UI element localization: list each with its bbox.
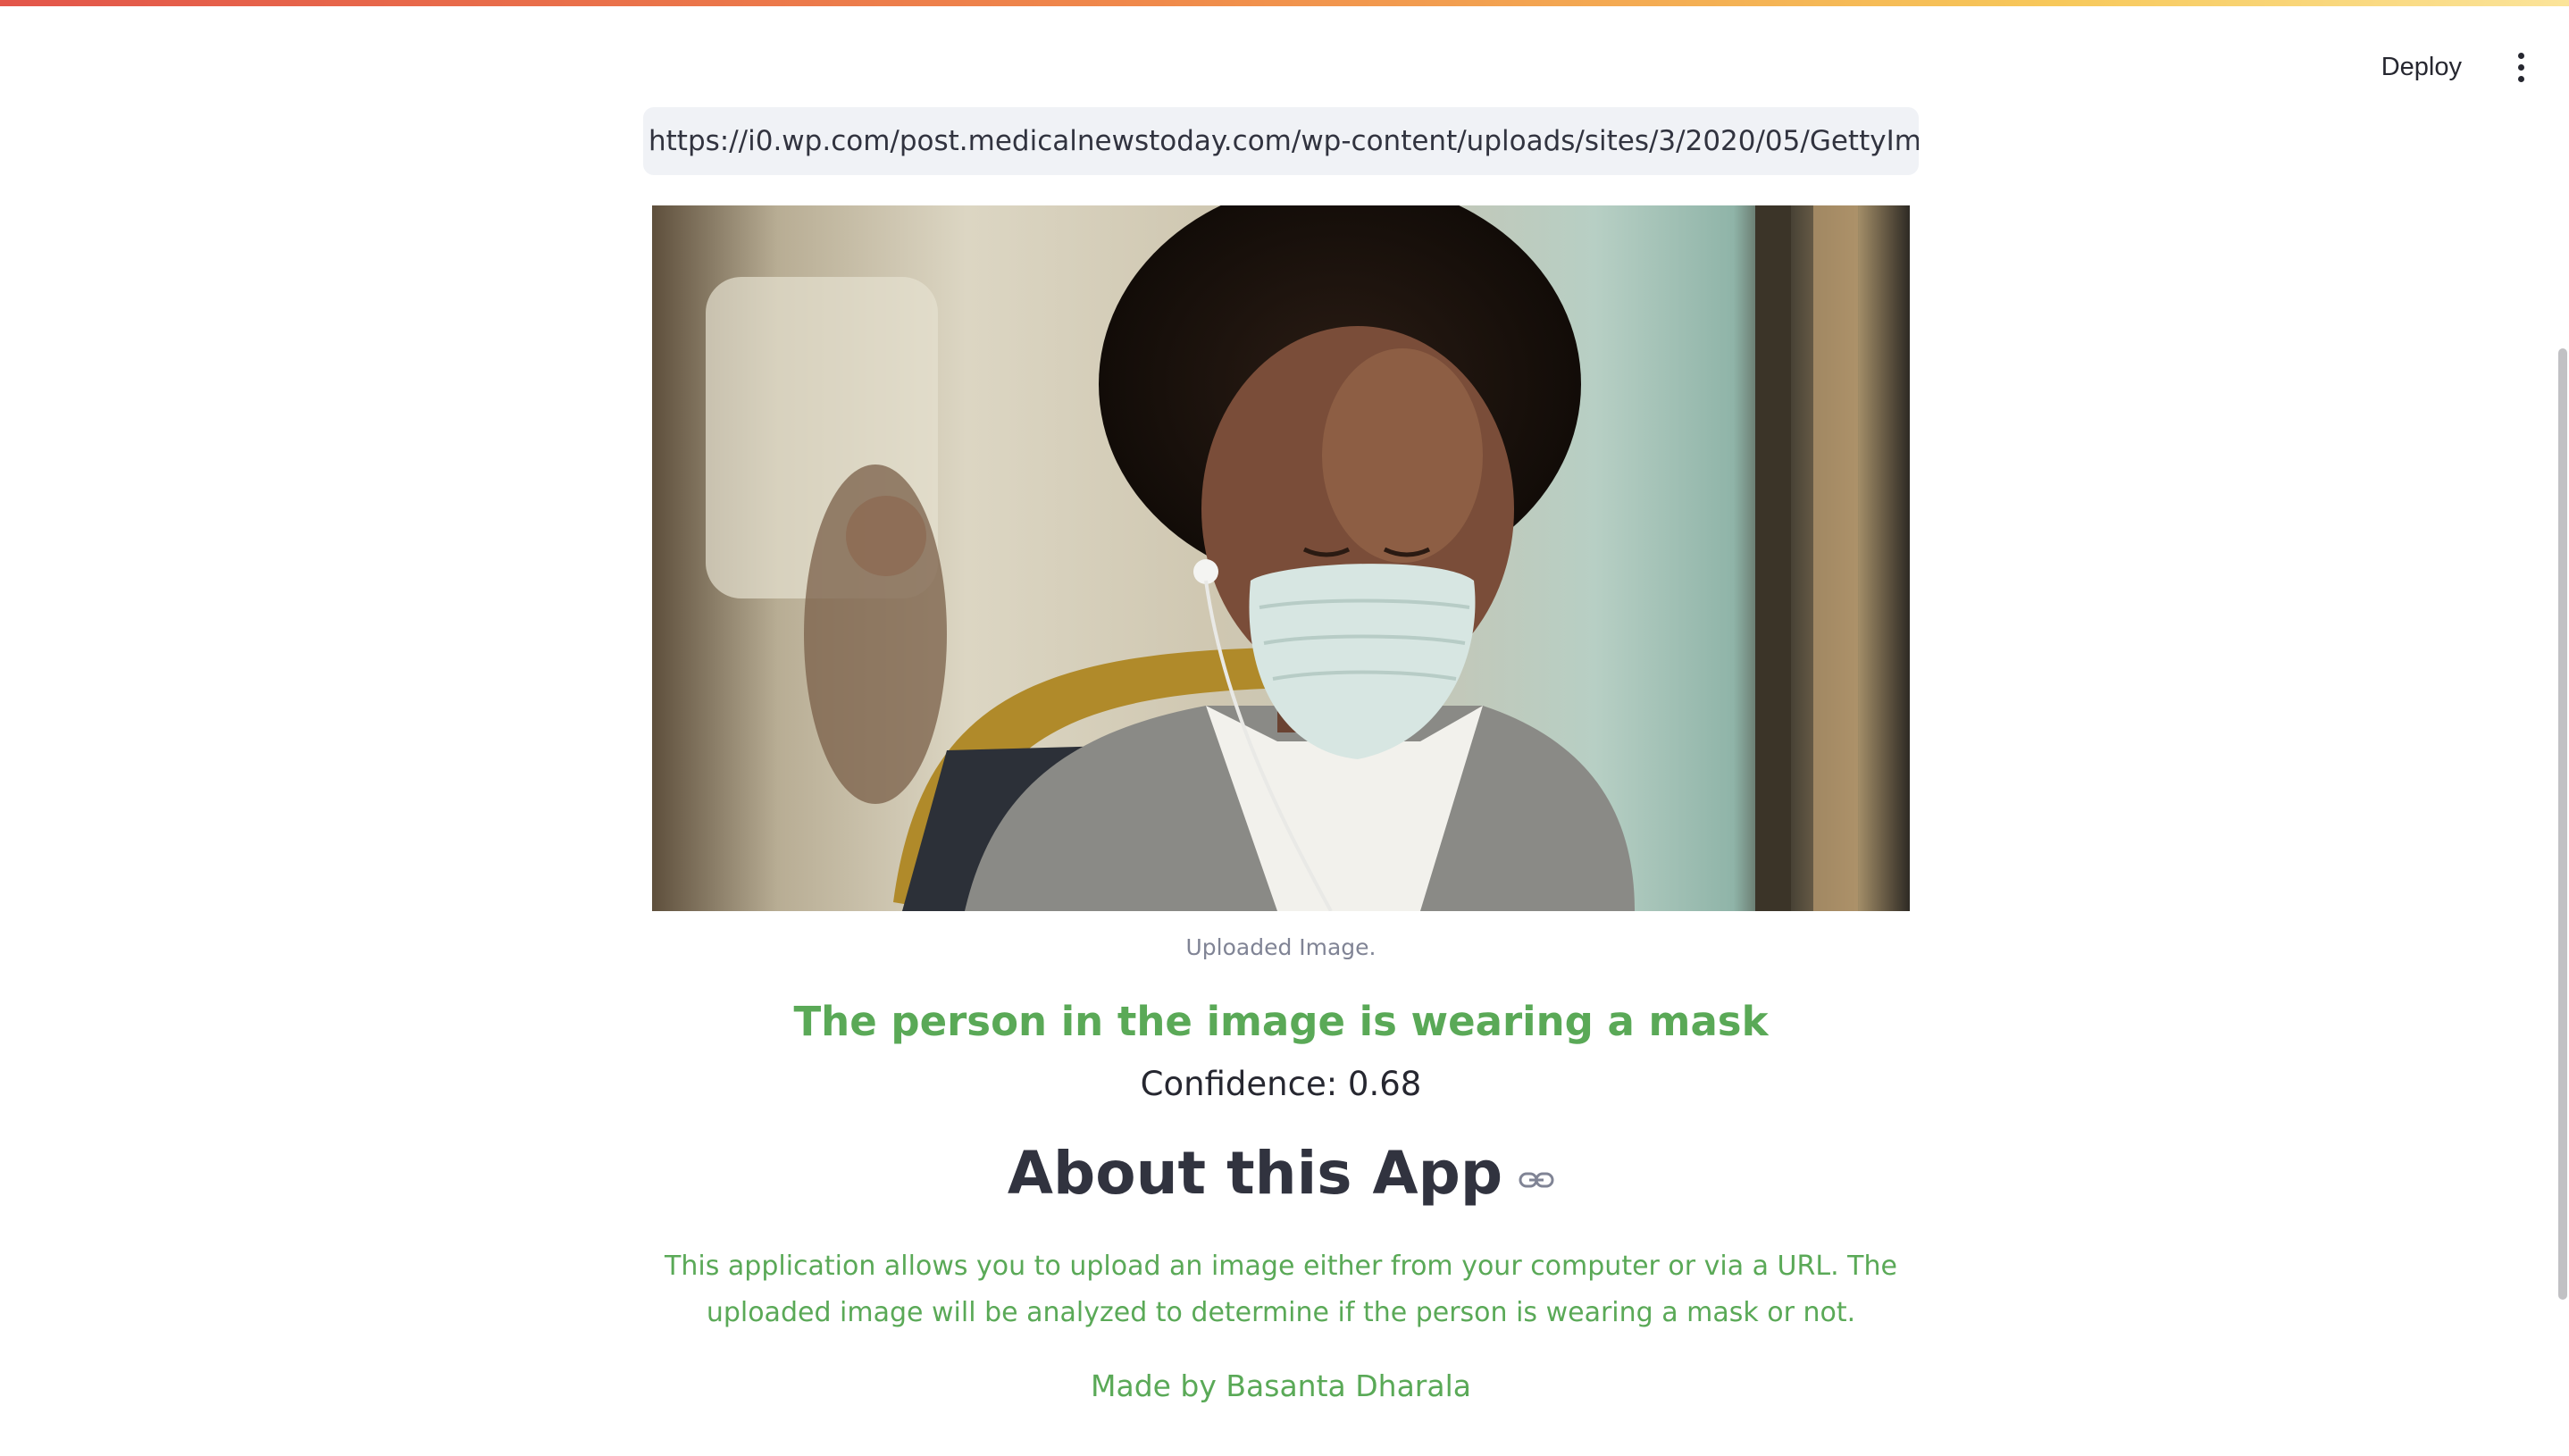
vertical-ellipsis-icon[interactable] — [2508, 40, 2533, 94]
about-heading-text: About this App — [1007, 1139, 1503, 1208]
app-header: Deploy — [2371, 40, 2533, 94]
deploy-button[interactable]: Deploy — [2371, 44, 2473, 91]
prediction-result: The person in the image is wearing a mas… — [793, 998, 1769, 1045]
about-heading: About this App — [643, 1139, 1919, 1208]
confidence-score: Confidence: 0.68 — [1140, 1065, 1422, 1103]
uploaded-image — [652, 205, 1910, 911]
page-scrollbar[interactable] — [2555, 0, 2569, 1456]
main-content: https://i0.wp.com/post.medicalnewstoday.… — [643, 107, 1919, 1403]
author-credit: Made by Basanta Dharala — [1091, 1368, 1471, 1403]
about-description: This application allows you to upload an… — [665, 1251, 1897, 1328]
image-url-input[interactable]: https://i0.wp.com/post.medicalnewstoday.… — [643, 107, 1919, 175]
scrollbar-thumb[interactable] — [2558, 348, 2567, 1300]
image-caption: Uploaded Image. — [1185, 934, 1377, 960]
top-decoration-bar — [0, 0, 2569, 6]
link-icon[interactable] — [1519, 1169, 1554, 1191]
